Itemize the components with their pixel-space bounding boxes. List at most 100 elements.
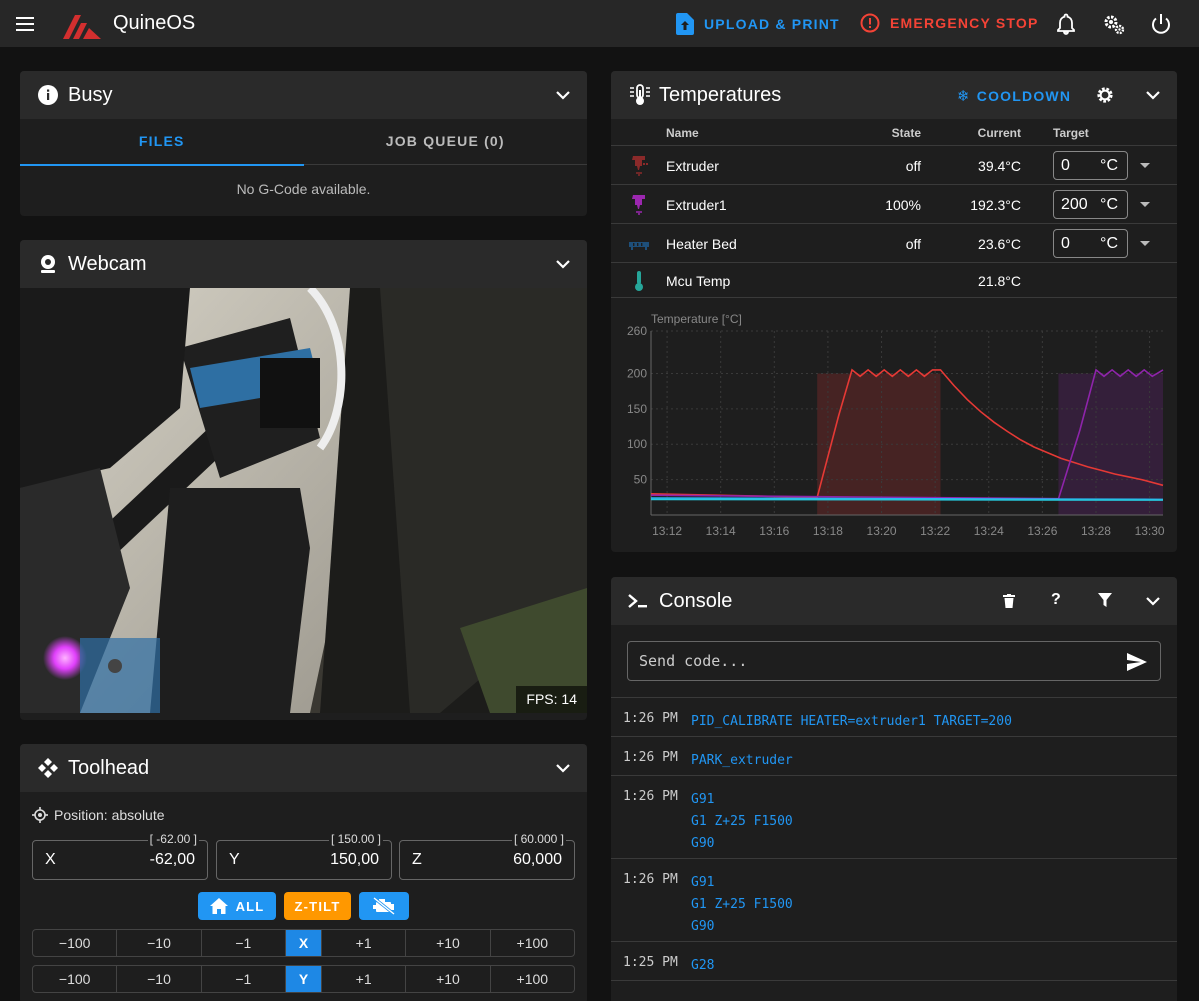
y-home-button[interactable]: Y [285, 966, 322, 992]
snowflake-icon: ❄ [957, 87, 971, 105]
temperature-chart: Temperature [°C] 50 100 150 200 260 13:12 13:14… [627, 312, 1165, 538]
y-jog-minus-100[interactable]: −100 [33, 966, 118, 992]
upload-print-button[interactable]: UPLOAD & PRINT [676, 13, 840, 35]
console-entry: 1:25 PM G28 [611, 941, 1177, 981]
chevron-down-icon[interactable] [553, 85, 573, 105]
bell-icon[interactable] [1054, 12, 1078, 36]
temperatures-panel-header: Temperatures ❄ COOLDOWN [611, 71, 1177, 119]
heaters-table-header: Name State Current Target [611, 119, 1177, 146]
console-entry-commands[interactable]: G28 [691, 955, 714, 977]
y-jog-plus-10[interactable]: +10 [406, 966, 491, 992]
console-command-input[interactable] [639, 642, 1109, 680]
sensor-row-mcu: Mcu Temp 21.8°C [611, 263, 1177, 298]
y-jog-minus-10[interactable]: −10 [117, 966, 202, 992]
console-command-line: G90 [691, 919, 715, 934]
console-entry-commands[interactable]: G91 G1 Z+25 F1500 G90 [691, 872, 793, 938]
help-icon[interactable]: ? [1051, 591, 1061, 609]
webcam-icon [41, 255, 55, 273]
preset-dropdown-icon[interactable] [1140, 241, 1150, 246]
heater-current-temp: 192.3°C [970, 197, 1021, 213]
console-command-line: G28 [691, 958, 715, 973]
y-position-value: 150,00 [330, 851, 379, 868]
tab-files[interactable]: FILES [20, 119, 304, 166]
info-icon [38, 85, 58, 105]
chart-y-axis-label: Temperature [°C] [651, 312, 742, 326]
console-entry-time: 1:25 PM [623, 955, 678, 970]
alert-circle-icon [860, 13, 880, 33]
heater-target-unit: °C [1100, 157, 1118, 174]
console-panel-title: Console [659, 590, 733, 612]
tab-job-queue[interactable]: JOB QUEUE (0) [304, 119, 588, 164]
menu-button[interactable] [12, 11, 38, 37]
console-entry: 1:26 PM G91 G1 Z+25 F1500 G90 [611, 858, 1177, 941]
chart-x-tick-label: 13:22 [920, 524, 950, 538]
send-icon[interactable] [1126, 651, 1148, 673]
cogs-icon[interactable] [1102, 12, 1126, 36]
console-entry-time: 1:26 PM [623, 750, 678, 765]
gear-icon[interactable] [1096, 86, 1114, 104]
motors-off-button[interactable] [359, 892, 409, 920]
col-state: State [891, 126, 921, 140]
chart-y-tick-label: 50 [634, 473, 648, 487]
heater-name: Extruder [666, 158, 719, 174]
cooldown-button[interactable]: ❄ COOLDOWN [957, 87, 1071, 105]
status-panel: Busy FILES JOB QUEUE (0) No G-Code avail… [20, 71, 587, 216]
heater-target-unit: °C [1100, 196, 1118, 213]
heater-state: off [905, 158, 921, 174]
z-position-value: 60,000 [513, 851, 562, 868]
console-entry-commands[interactable]: PARK_extruder [691, 750, 793, 772]
z-tilt-button[interactable]: Z-TILT [284, 892, 351, 920]
console-entry-commands[interactable]: G91 G1 Z+25 F1500 G90 [691, 789, 793, 855]
chevron-down-icon[interactable] [1143, 85, 1163, 105]
y-jog-minus-1[interactable]: −1 [202, 966, 286, 992]
console-command-line: PARK_extruder [691, 753, 793, 768]
status-panel-header: Busy [20, 71, 587, 119]
chart-series-line-3 [650, 498, 1164, 501]
y-jog-row: −100 −10 −1 Y +1 +10 +100 [32, 965, 575, 993]
heater-target-value: 0 [1061, 235, 1070, 252]
y-jog-plus-1[interactable]: +1 [322, 966, 407, 992]
webcam-image [20, 288, 587, 713]
x-jog-minus-1[interactable]: −1 [202, 930, 286, 956]
y-position-field[interactable]: Y 150,00 [ 150.00 ] [216, 832, 392, 880]
console-command-line: G91 [691, 875, 715, 890]
x-jog-minus-10[interactable]: −10 [117, 930, 202, 956]
chart-x-tick-label: 13:28 [1081, 524, 1111, 538]
toolhead-panel: Toolhead Position: absolute X -62,00 [ -… [20, 744, 587, 1001]
x-jog-plus-10[interactable]: +10 [406, 930, 491, 956]
y-jog-plus-100[interactable]: +100 [491, 966, 574, 992]
chevron-down-icon[interactable] [553, 758, 573, 778]
console-command-line: PID_CALIBRATE HEATER=extruder1 TARGET=20… [691, 714, 1012, 729]
x-jog-plus-100[interactable]: +100 [491, 930, 574, 956]
trash-icon[interactable] [1003, 594, 1015, 608]
chevron-down-icon[interactable] [553, 254, 573, 274]
chart-y-tick-label: 150 [627, 402, 647, 416]
preset-dropdown-icon[interactable] [1140, 163, 1150, 168]
filter-icon[interactable] [1098, 593, 1112, 607]
x-jog-minus-100[interactable]: −100 [33, 930, 118, 956]
y-target-value: [ 150.00 ] [328, 832, 383, 846]
preset-dropdown-icon[interactable] [1140, 202, 1150, 207]
power-icon[interactable] [1149, 12, 1173, 36]
chevron-down-icon[interactable] [1143, 591, 1163, 611]
heater-target-input[interactable]: 200 °C [1053, 190, 1128, 219]
extruder-icon [632, 156, 648, 176]
console-entry-commands[interactable]: PID_CALIBRATE HEATER=extruder1 TARGET=20… [691, 711, 1012, 733]
heater-target-input[interactable]: 0 °C [1053, 229, 1128, 258]
temperatures-panel-title: Temperatures [659, 84, 782, 106]
console-command-line: G91 [691, 792, 715, 807]
x-home-button[interactable]: X [285, 930, 322, 956]
thermometer-lines-icon [630, 84, 650, 105]
chart-y-tick-label: 200 [627, 366, 647, 380]
cooldown-label: COOLDOWN [976, 88, 1072, 104]
heater-target-input[interactable]: 0 °C [1053, 151, 1128, 180]
x-position-field[interactable]: X -62,00 [ -62.00 ] [32, 832, 208, 880]
emergency-stop-button[interactable]: EMERGENCY STOP [860, 13, 1039, 33]
heater-current-temp: 39.4°C [978, 158, 1021, 174]
x-jog-plus-1[interactable]: +1 [322, 930, 407, 956]
home-all-button[interactable]: ALL [198, 892, 276, 920]
console-entry-time: 1:26 PM [623, 872, 678, 887]
file-upload-icon [676, 13, 694, 35]
webcam-panel-title: Webcam [68, 253, 147, 275]
z-position-field[interactable]: Z 60,000 [ 60.000 ] [399, 832, 575, 880]
